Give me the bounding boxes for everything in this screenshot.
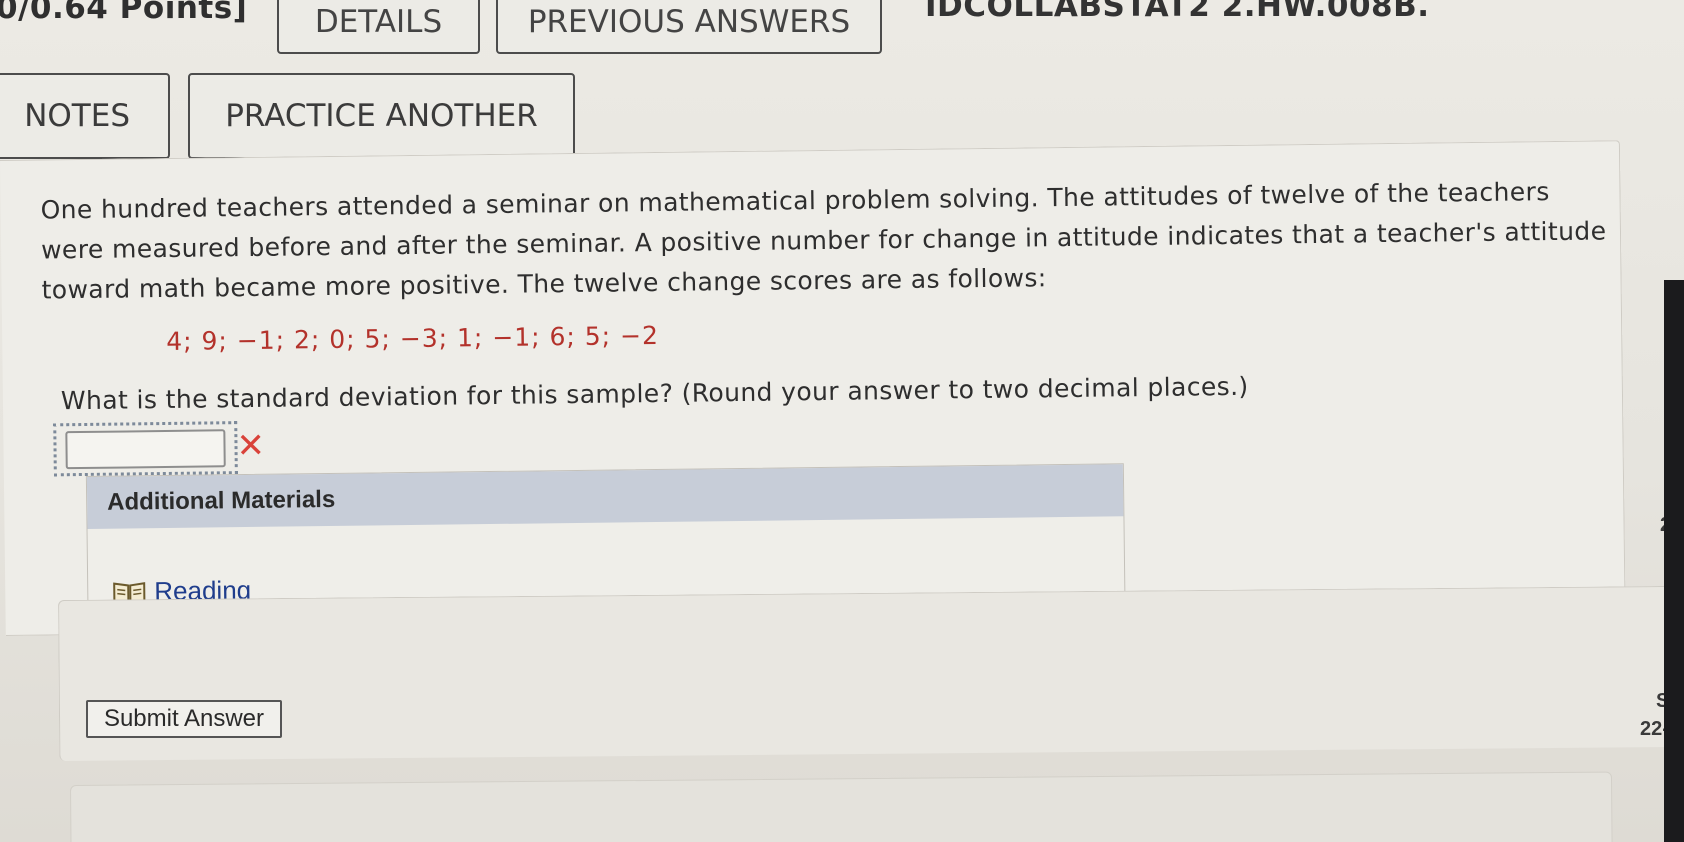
question-text: One hundred teachers attended a seminar … bbox=[40, 177, 1607, 305]
points-label: 0/0.64 Points] bbox=[0, 0, 248, 26]
question-prompt: What is the standard deviation for this … bbox=[60, 371, 1249, 416]
screen-bezel-edge bbox=[1664, 280, 1684, 842]
previous-answers-button[interactable]: PREVIOUS ANSWERS bbox=[496, 0, 882, 54]
notes-button[interactable]: NOTES bbox=[0, 73, 170, 159]
submit-answer-button[interactable]: Submit Answer bbox=[86, 700, 282, 738]
question-panel: One hundred teachers attended a seminar … bbox=[0, 140, 1626, 636]
next-question-panel bbox=[70, 771, 1613, 842]
additional-materials-title: Additional Materials bbox=[86, 464, 1124, 529]
answer-focus-ring bbox=[53, 421, 238, 477]
submit-area-panel bbox=[58, 585, 1684, 761]
question-id: IDCOLLABSTAT2 2.HW.008B. bbox=[925, 0, 1430, 24]
answer-input[interactable] bbox=[65, 429, 226, 470]
change-scores: 4; 9; −1; 2; 0; 5; −3; 1; −1; 6; 5; −2 bbox=[166, 320, 660, 356]
screen: 0/0.64 Points] DETAILS PREVIOUS ANSWERS … bbox=[0, 0, 1684, 842]
practice-another-button[interactable]: PRACTICE ANOTHER bbox=[188, 73, 575, 159]
incorrect-x-icon: ✕ bbox=[236, 425, 266, 467]
details-button[interactable]: DETAILS bbox=[277, 0, 480, 54]
